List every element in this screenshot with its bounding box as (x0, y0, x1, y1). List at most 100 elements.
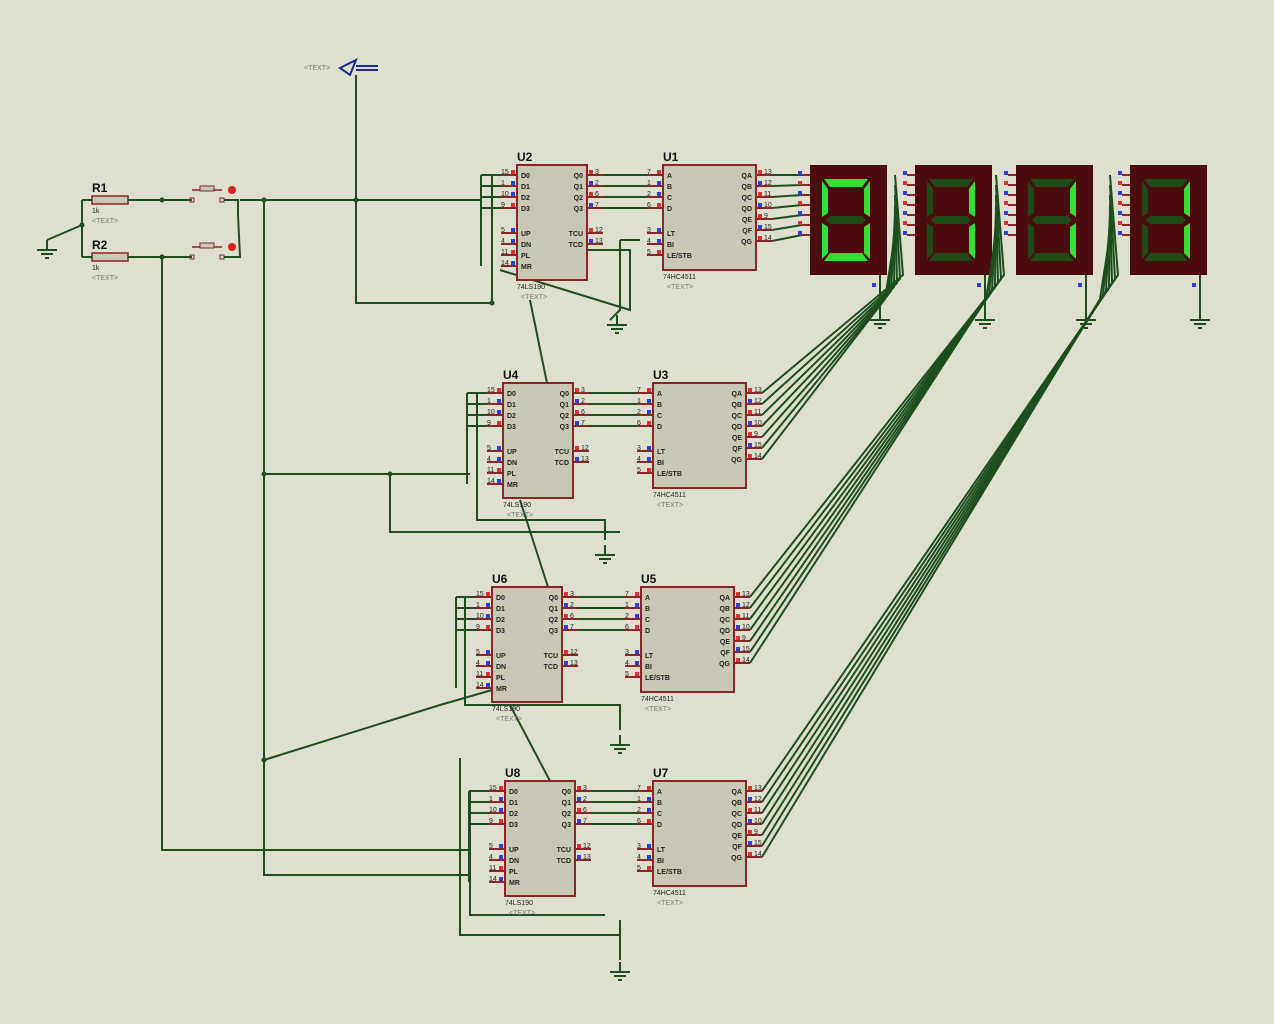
pin-number: 15 (742, 646, 750, 653)
wire[interactable] (46, 224, 83, 241)
button-state-icon (228, 243, 236, 251)
pin-name: MR (496, 686, 507, 693)
pin-state-indicator (736, 625, 740, 629)
pin-number: 10 (754, 420, 762, 427)
pin-name: QE (732, 833, 742, 840)
pin-name: Q3 (560, 424, 569, 431)
pin-name: Q1 (549, 606, 558, 613)
wire[interactable] (761, 184, 1117, 803)
pin-number: 7 (637, 387, 641, 394)
pin-state-indicator (748, 786, 752, 790)
pin-number: 6 (581, 409, 585, 416)
counter-u4[interactable]: U4 74LS190 <TEXT> D0 15 D1 1 D2 10 D3 9 UP 5 DN 4 PL 11 M… (487, 368, 589, 519)
pin-number: 9 (476, 624, 480, 631)
pin-name: D3 (496, 628, 505, 635)
segment-g (826, 216, 866, 224)
pin-name: PL (521, 253, 531, 260)
segment-c (1070, 223, 1076, 259)
pin-number: 11 (489, 865, 496, 872)
wire[interactable] (761, 194, 1114, 814)
decoder-u3[interactable]: U3 74HC4511 <TEXT> A 7 B 1 C 2 D 6 LT 3 BI 4 LE/STB 5 QA 1… (637, 368, 762, 509)
wire[interactable] (771, 224, 803, 231)
wire[interactable] (529, 299, 548, 384)
pin-name: C (657, 811, 662, 818)
pin-name: PL (509, 869, 519, 876)
pin-state-indicator (903, 171, 907, 175)
pin-number: 7 (637, 785, 641, 792)
reset-bus-wire[interactable] (161, 257, 470, 851)
wire[interactable] (771, 184, 803, 187)
pin-number: 10 (742, 624, 750, 631)
pin-state-indicator (647, 866, 651, 870)
pin-name: Q0 (574, 173, 583, 180)
segment-a (929, 179, 973, 187)
seven-segment-display-2 (907, 165, 992, 275)
chip-part: 74HC4511 (653, 890, 686, 897)
resistor-r1: R1 1k <TEXT> (91, 181, 129, 225)
seven-segment-display-3 (1008, 165, 1093, 275)
pin-name: TCU (555, 449, 569, 456)
pin-name: D (645, 628, 650, 635)
pin-state-indicator (647, 446, 651, 450)
pin-state-indicator (486, 661, 490, 665)
down-bus-wire[interactable] (263, 200, 470, 876)
decoder-u5[interactable]: U5 74HC4511 <TEXT> A 7 B 1 C 2 D 6 LT 3 BI 4 LE/STB 5 QA 1… (625, 572, 750, 713)
pin-name: TCD (544, 664, 558, 671)
pin-name: QG (731, 855, 742, 862)
pin-number: 6 (625, 624, 629, 631)
segment-d (929, 253, 973, 261)
pin-state-indicator (486, 625, 490, 629)
pin-name: Q2 (574, 195, 583, 202)
pin-number: 13 (764, 169, 772, 176)
wire[interactable] (761, 234, 1111, 858)
pin-name: D0 (521, 173, 530, 180)
pin-number: 14 (764, 235, 772, 242)
pin-state-indicator (577, 844, 581, 848)
pin-state-indicator (748, 421, 752, 425)
pin-name: QE (742, 217, 752, 224)
pin-number: 15 (487, 387, 495, 394)
wire[interactable] (771, 214, 803, 220)
ground-icon (37, 240, 57, 259)
counter-u2[interactable]: U2 74LS190 <TEXT> D0 15 D1 1 D2 10 D3 9 UP 5 DN 4 PL 11 M… (501, 150, 603, 301)
pin-state-indicator (577, 797, 581, 801)
wire[interactable] (771, 204, 803, 209)
pin-state-indicator (758, 203, 762, 207)
pin-number: 11 (754, 409, 761, 416)
wire[interactable] (771, 194, 803, 198)
pin-state-indicator (497, 468, 501, 472)
wire[interactable] (263, 689, 493, 761)
text-placeholder: <TEXT> (657, 502, 683, 509)
pin-name: BI (657, 858, 664, 865)
pin-name: D (657, 822, 662, 829)
pin-name: Q2 (549, 617, 558, 624)
counter-u8[interactable]: U8 74LS190 <TEXT> D0 15 D1 1 D2 10 D3 9 UP 5 DN 4 PL 11 M… (489, 766, 591, 917)
pin-name: DN (507, 460, 517, 467)
button-state-icon (228, 186, 236, 194)
chip-part: 74LS190 (505, 900, 533, 907)
pin-state-indicator (511, 170, 515, 174)
pin-name: BI (657, 460, 664, 467)
pin-name: D (657, 424, 662, 431)
decoder-u1[interactable]: U1 74HC4511 <TEXT> A 7 B 1 C 2 D 6 LT 3 BI 4 LE/STB 5 QA 1… (647, 150, 772, 291)
pin-name: LT (657, 449, 666, 456)
pin-state-indicator (511, 203, 515, 207)
decoder-u7[interactable]: U7 74HC4511 <TEXT> A 7 B 1 C 2 D 6 LT 3 BI 4 LE/STB 5 QA 1… (637, 766, 762, 907)
pin-state-indicator (647, 457, 651, 461)
clock-wire[interactable] (355, 75, 492, 304)
pin-state-indicator (1004, 191, 1008, 195)
pin-state-indicator (589, 239, 593, 243)
pin-name: MR (521, 264, 532, 271)
pin-state-indicator (564, 625, 568, 629)
pin-number: 10 (487, 409, 495, 416)
wire[interactable] (771, 234, 803, 242)
pin-name: Q3 (549, 628, 558, 635)
pin-name: TCU (544, 653, 558, 660)
counter-u6[interactable]: U6 74LS190 <TEXT> D0 15 D1 1 D2 10 D3 9 UP 5 DN 4 PL 11 M… (476, 572, 578, 723)
pin-state-indicator (499, 844, 503, 848)
chip-ref: U7 (653, 766, 669, 780)
pin-state-indicator (977, 283, 981, 287)
wire[interactable] (609, 240, 621, 321)
pin-number: 4 (637, 456, 641, 463)
schematic-canvas[interactable]: <TEXT> R1 1k <TEXT> R2 1k <TEXT> U2 74LS190 <TEXT… (0, 0, 1274, 1024)
